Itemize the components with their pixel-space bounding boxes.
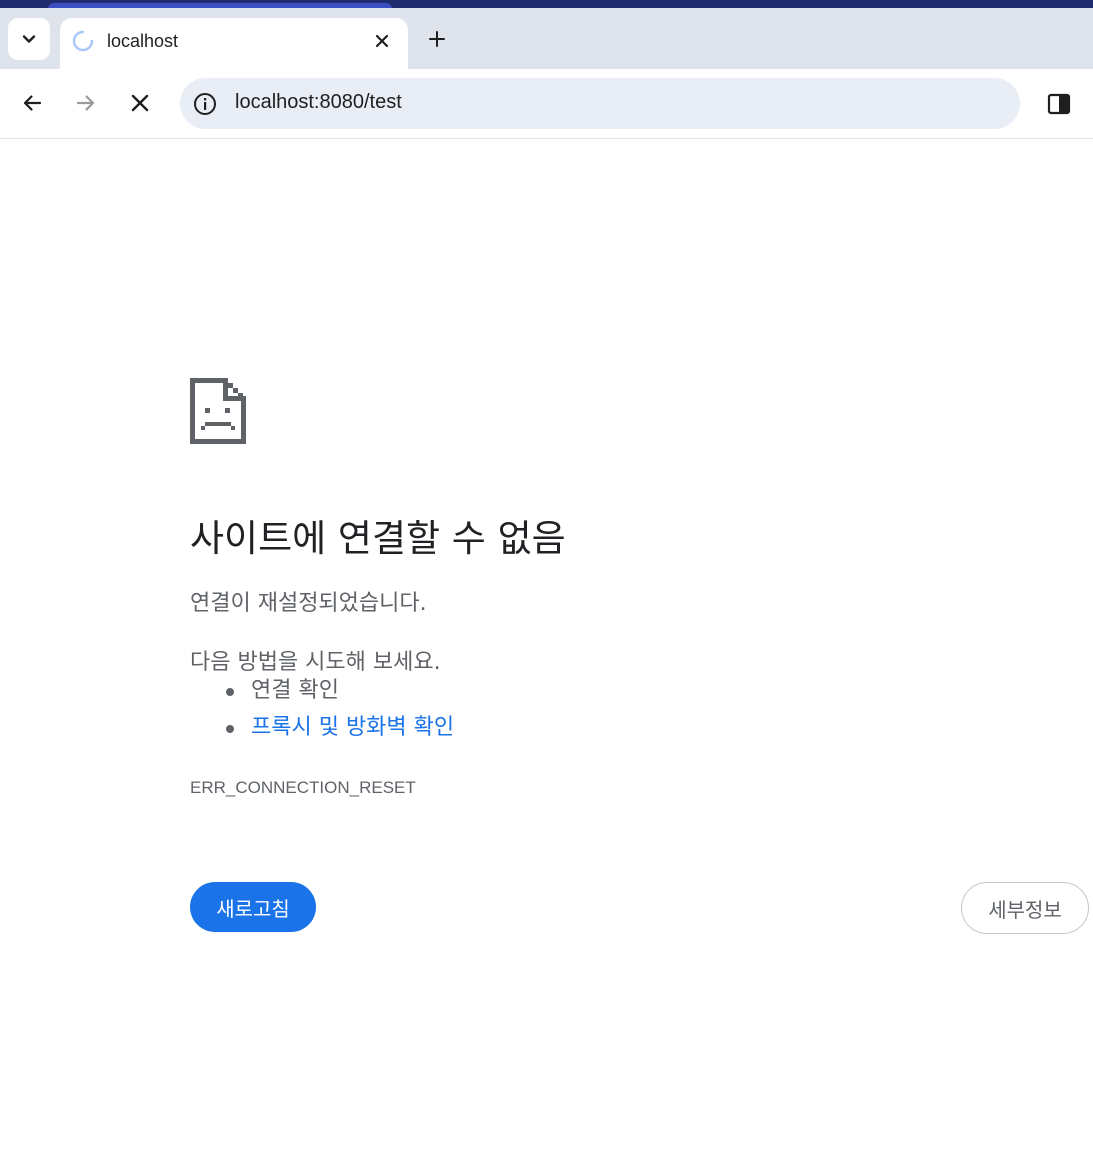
spinner-icon	[72, 30, 94, 52]
browser-toolbar: localhost:8080/test	[0, 69, 1093, 139]
close-tab-button[interactable]	[371, 30, 393, 52]
tab-title: localhost	[107, 31, 179, 51]
suggestions-list: 연결 확인 프록시 및 방화벽 확인	[190, 676, 454, 750]
suggestion-check-connection: 연결 확인	[190, 676, 454, 713]
side-panel-icon[interactable]	[1046, 91, 1072, 117]
stop-loading-button[interactable]	[126, 89, 154, 117]
address-bar[interactable]: localhost:8080/test	[180, 78, 1020, 129]
error-description: 연결이 재설정되었습니다.	[190, 591, 427, 616]
details-button[interactable]: 세부정보	[961, 882, 1089, 934]
suggestions-heading: 다음 방법을 시도해 보세요.	[190, 650, 441, 675]
forward-button[interactable]	[72, 89, 100, 117]
suggestion-check-proxy-firewall-link[interactable]: 프록시 및 방화벽 확인	[190, 713, 454, 750]
arrow-right-icon	[76, 95, 95, 111]
close-icon	[375, 34, 389, 48]
tab-search-button[interactable]	[8, 18, 50, 60]
close-icon	[131, 94, 149, 112]
tab-active[interactable]: localhost	[60, 18, 408, 69]
error-title: 사이트에 연결할 수 없음	[190, 517, 566, 560]
chevron-down-icon	[22, 35, 36, 43]
reload-button[interactable]: 새로고침	[190, 882, 316, 932]
arrow-left-icon	[23, 95, 42, 111]
tab-strip: localhost	[0, 8, 1093, 69]
back-button[interactable]	[18, 89, 46, 117]
error-code: ERR_CONNECTION_RESET	[190, 778, 416, 797]
url-text[interactable]: localhost:8080/test	[235, 91, 402, 114]
sad-document-icon	[190, 378, 246, 444]
plus-icon	[429, 31, 445, 47]
new-tab-button[interactable]	[424, 26, 450, 52]
info-icon[interactable]	[192, 91, 218, 117]
